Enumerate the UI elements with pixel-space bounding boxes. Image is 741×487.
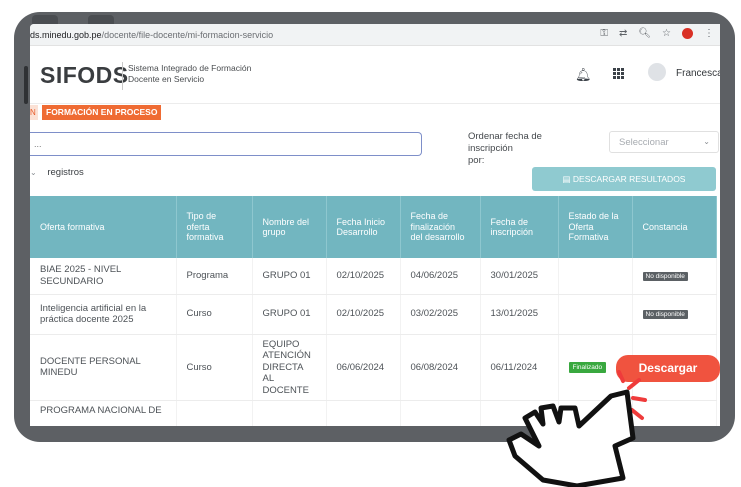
table-header-row: Oferta formativa Tipo de oferta formativ… xyxy=(30,196,717,258)
translate-icon[interactable]: ⇄ xyxy=(619,28,627,39)
click-ray xyxy=(630,408,644,420)
cell-tipo: Programa xyxy=(176,258,253,295)
cell-inicio xyxy=(326,400,401,426)
sort-label-line1: Ordenar fecha de inscripción xyxy=(468,131,542,154)
cell-fin xyxy=(400,400,481,426)
column-header: Constancia xyxy=(632,196,717,258)
cell-inscripcion: 13/01/2025 xyxy=(480,294,559,335)
notification-bell-icon[interactable]: 🔔︎ xyxy=(575,67,592,83)
address-bar[interactable]: ds.minedu.gob.pe/docente/file-docente/mi… xyxy=(30,24,720,46)
cell-fin: 04/06/2025 xyxy=(400,258,481,295)
logo-divider xyxy=(122,62,123,90)
column-header: Fecha de finalización del desarrollo xyxy=(400,196,481,258)
cell-oferta: PROGRAMA NACIONAL DE xyxy=(30,400,177,426)
column-header: Fecha Inicio Desarrollo xyxy=(326,196,401,258)
cell-fin: 03/02/2025 xyxy=(400,294,481,335)
key-icon[interactable]: ⚿ xyxy=(600,28,608,39)
logo-subtitle-line2: Docente en Servicio xyxy=(128,74,205,84)
cell-inicio: 02/10/2025 xyxy=(326,294,401,335)
cell-oferta: BIAE 2025 - NIVEL SECUNDARIO xyxy=(30,258,177,295)
cell-estado xyxy=(558,294,633,335)
star-icon[interactable]: ☆ xyxy=(662,28,671,39)
tab-formacion-en-proceso[interactable]: FORMACIÓN EN PROCESO xyxy=(42,105,162,120)
records-per-page[interactable]: ⌄ registros xyxy=(30,167,84,178)
column-header: Estado de la Oferta Formativa xyxy=(558,196,633,258)
cell-grupo: GRUPO 01 xyxy=(252,258,327,295)
cell-inscripcion: 30/01/2025 xyxy=(480,258,559,295)
cell-tipo: Curso xyxy=(176,334,253,401)
pointer-hand-icon xyxy=(506,370,647,487)
download-results-label: DESCARGAR RESULTADOS xyxy=(572,174,686,184)
sort-select[interactable]: Seleccionar ⌄ xyxy=(609,131,719,153)
logo-subtitle: Sistema Integrado de Formación Docente e… xyxy=(128,63,251,85)
cell-constancia: No disponible xyxy=(632,294,717,335)
cell-oferta: Inteligencia artificial en la práctica d… xyxy=(30,294,177,335)
download-results-button[interactable]: ▤ DESCARGAR RESULTADOS xyxy=(532,167,716,191)
click-ray xyxy=(631,396,647,402)
sort-select-value: Seleccionar xyxy=(619,137,669,148)
url-path: /docente/file-docente/mi-formacion-servi… xyxy=(101,29,274,40)
column-header: Nombre del grupo xyxy=(252,196,327,258)
cell-grupo: EQUIPO ATENCIÓN DIRECTA AL DOCENTE xyxy=(252,334,327,401)
cell-oferta: DOCENTE PERSONAL MINEDU xyxy=(30,334,177,401)
hand-shape xyxy=(506,389,636,487)
app-header: SIFODS Sistema Integrado de Formación Do… xyxy=(30,46,720,104)
click-ray xyxy=(627,378,641,390)
browser-toolbar: ⚿ ⇄ 🔍︎ ☆ ⋮ xyxy=(600,28,714,39)
status-badge: No disponible xyxy=(642,271,688,281)
chevron-down-icon[interactable]: ⌄ xyxy=(30,168,37,177)
cell-estado xyxy=(558,258,633,295)
menu-icon[interactable]: ⋮ xyxy=(704,28,714,39)
click-ray xyxy=(617,370,625,383)
cell-inicio: 02/10/2025 xyxy=(326,258,401,295)
records-label: registros xyxy=(47,167,84,178)
cell-grupo: GRUPO 01 xyxy=(252,294,327,335)
column-header: Fecha de inscripción xyxy=(480,196,559,258)
sort-label: Ordenar fecha de inscripción por: xyxy=(468,131,578,167)
user-name[interactable]: Francesca xyxy=(676,68,720,79)
cell-grupo xyxy=(252,400,327,426)
status-badge: No disponible xyxy=(642,309,688,319)
cell-inicio: 06/06/2024 xyxy=(326,334,401,401)
table-row: BIAE 2025 - NIVEL SECUNDARIO Programa GR… xyxy=(30,258,717,295)
logo-subtitle-line1: Sistema Integrado de Formación xyxy=(128,63,252,73)
avatar[interactable] xyxy=(648,63,666,81)
column-header: Tipo de oferta formativa xyxy=(176,196,253,258)
cell-constancia: No disponible xyxy=(632,258,717,295)
cell-fin: 06/08/2024 xyxy=(400,334,481,401)
document-icon: ▤ xyxy=(562,174,573,184)
device-side-button xyxy=(24,66,28,104)
cell-tipo xyxy=(176,400,253,426)
tab-previous[interactable]: N xyxy=(30,105,38,120)
cell-tipo: Curso xyxy=(176,294,253,335)
column-header: Oferta formativa xyxy=(30,196,177,258)
url-host: ds.minedu.gob.pe xyxy=(30,29,102,40)
tab-strip: N FORMACIÓN EN PROCESO xyxy=(30,104,720,122)
sifods-logo[interactable]: SIFODS xyxy=(40,62,129,89)
search-input[interactable]: ... xyxy=(30,132,422,156)
apps-grid-icon[interactable] xyxy=(613,68,624,79)
sort-label-line2: por: xyxy=(468,155,485,166)
table-row: Inteligencia artificial en la práctica d… xyxy=(30,294,717,335)
zoom-icon[interactable]: 🔍︎ xyxy=(638,28,651,39)
extension-icon[interactable] xyxy=(682,28,693,39)
chevron-down-icon: ⌄ xyxy=(703,137,710,146)
